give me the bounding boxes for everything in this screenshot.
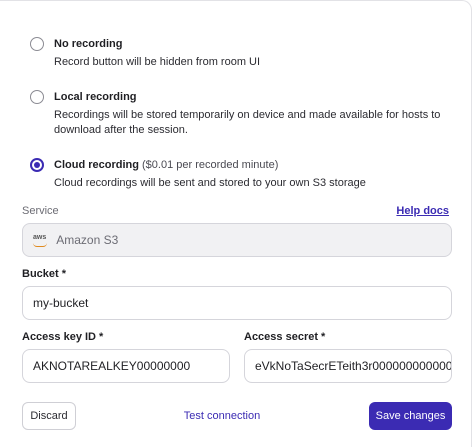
option-description: Recordings will be stored temporarily on… xyxy=(54,109,441,136)
option-price-note: ($0.01 per recorded minute) xyxy=(142,159,279,171)
aws-logo-icon: aws xyxy=(33,233,48,247)
service-value: Amazon S3 xyxy=(56,233,119,247)
option-title-text: Cloud recording xyxy=(54,159,139,171)
help-docs-link[interactable]: Help docs xyxy=(396,205,449,217)
radio-local-recording[interactable] xyxy=(30,90,44,104)
bucket-input[interactable]: my-bucket xyxy=(22,286,452,320)
test-connection-button[interactable]: Test connection xyxy=(180,402,264,430)
option-title: Cloud recording ($0.01 per recorded minu… xyxy=(54,159,278,171)
access-secret-input[interactable]: eVkNoTaSecrETeith3r00000000000000 xyxy=(244,349,452,383)
option-description: Record button will be hidden from room U… xyxy=(54,56,261,68)
access-key-label: Access key ID * xyxy=(22,331,104,343)
bucket-label: Bucket * xyxy=(22,268,67,280)
access-key-value: AKNOTAREALKEY00000000 xyxy=(33,359,191,373)
option-title: No recording xyxy=(54,38,123,50)
service-label: Service xyxy=(22,205,59,217)
access-secret-value: eVkNoTaSecrETeith3r00000000000000 xyxy=(255,359,452,373)
recording-settings-card: No recording Record button will be hidde… xyxy=(0,0,472,447)
access-secret-label: Access secret * xyxy=(244,331,326,343)
save-changes-button[interactable]: Save changes xyxy=(369,402,452,430)
bucket-value: my-bucket xyxy=(33,296,89,310)
radio-cloud-recording[interactable] xyxy=(30,158,44,172)
discard-button[interactable]: Discard xyxy=(22,402,76,430)
service-select: aws Amazon S3 xyxy=(22,223,452,257)
option-title: Local recording xyxy=(54,91,137,103)
radio-no-recording[interactable] xyxy=(30,37,44,51)
access-key-input[interactable]: AKNOTAREALKEY00000000 xyxy=(22,349,230,383)
option-description: Cloud recordings will be sent and stored… xyxy=(54,177,366,189)
